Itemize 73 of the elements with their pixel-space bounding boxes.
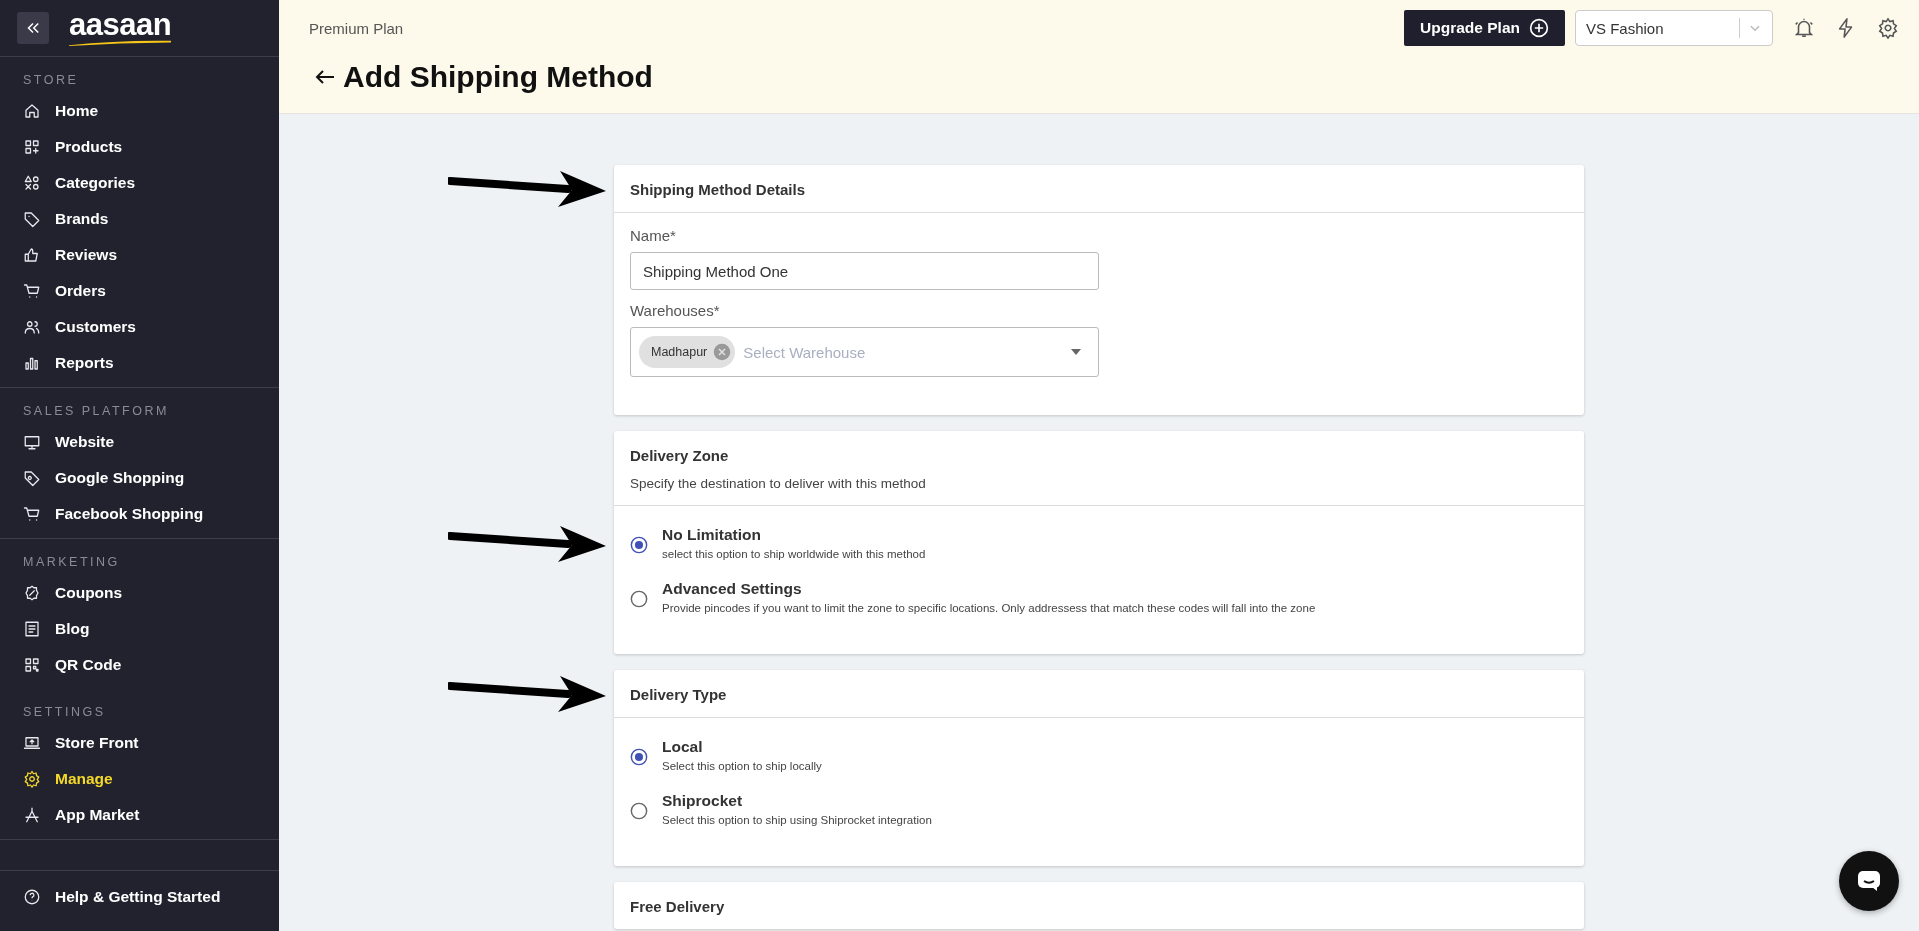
- laptop-icon: [23, 734, 41, 752]
- warehouse-chip: Madhapur: [639, 336, 736, 368]
- sidebar-item[interactable]: Home: [0, 93, 279, 129]
- sidebar-item[interactable]: Brands: [0, 201, 279, 237]
- warehouse-select[interactable]: Madhapur Select Warehouse: [630, 327, 1099, 377]
- option-label: Shiprocket: [662, 792, 744, 810]
- option-description: Select this option to ship using Shiprocket integration: [662, 814, 932, 826]
- sidebar-item[interactable]: Store Front: [0, 725, 279, 761]
- badge-icon: [23, 584, 41, 602]
- section-label: SETTINGS: [22, 705, 107, 721]
- sidebar-item[interactable]: Google Shopping: [0, 460, 279, 496]
- sidebar-item[interactable]: Facebook Shopping: [0, 496, 279, 532]
- compass-icon: [23, 806, 41, 824]
- option-label: Local: [662, 738, 704, 756]
- option-label: No Limitation: [662, 526, 763, 544]
- card-title: Delivery Type: [630, 686, 728, 703]
- gear-icon: [23, 770, 41, 788]
- caret-icon: [1070, 348, 1082, 356]
- radio-button[interactable]: [630, 590, 648, 608]
- radio-button[interactable]: [630, 802, 648, 820]
- logo[interactable]: aasaan: [69, 10, 172, 46]
- help-icon: [23, 888, 41, 906]
- sidebar-item[interactable]: Customers: [0, 309, 279, 345]
- option-label: Advanced Settings: [662, 580, 803, 598]
- placeholder-text: Select Warehouse: [743, 343, 867, 361]
- tag-icon: [23, 469, 41, 487]
- card-title: Shipping Method Details: [630, 181, 806, 198]
- document-icon: [23, 620, 41, 638]
- section-label: MARKETING: [22, 555, 121, 571]
- name-input[interactable]: Shipping Method One: [630, 252, 1099, 290]
- bell-icon[interactable]: [1793, 17, 1815, 39]
- house-icon: [23, 102, 41, 120]
- card-subtitle: Specify the destination to deliver with this method: [630, 476, 927, 491]
- plus-circle-icon: [1529, 18, 1549, 38]
- option-description: Select this option to ship locally: [662, 760, 822, 772]
- section-label: SALES PLATFORM: [22, 404, 170, 420]
- sidebar-item[interactable]: Manage: [0, 761, 279, 797]
- qr-code-icon: [23, 656, 41, 674]
- radio-button[interactable]: [630, 748, 648, 766]
- sidebar-item[interactable]: Reports: [0, 345, 279, 381]
- monitor-icon: [23, 433, 41, 451]
- option-description: select this option to ship worldwide with this method: [662, 548, 926, 560]
- sidebar-item[interactable]: App Market: [0, 797, 279, 833]
- collapse-button[interactable]: [17, 12, 49, 44]
- sidebar-item[interactable]: Coupons: [0, 575, 279, 611]
- sidebar-item[interactable]: Products: [0, 129, 279, 165]
- settings-icon[interactable]: [1877, 17, 1899, 39]
- field-label: Warehouses*: [630, 302, 721, 319]
- sidebar-item[interactable]: Reviews: [0, 237, 279, 273]
- option-description: Provide pincodes if you want to limit the zone to specific locations. Only addressess that match these codes will fall into the zone: [662, 602, 1316, 614]
- card-title: Delivery Zone: [630, 447, 730, 464]
- sidebar-item[interactable]: QR Code: [0, 647, 279, 683]
- chat-icon: [1857, 870, 1881, 892]
- store-select[interactable]: VS Fashion: [1575, 10, 1773, 46]
- grid-plus-icon: [23, 138, 41, 156]
- sidebar-item[interactable]: Categories: [0, 165, 279, 201]
- page-title: Add Shipping Method: [343, 60, 653, 94]
- tag-icon: [23, 210, 41, 228]
- radio-button[interactable]: [630, 536, 648, 554]
- people-icon: [23, 318, 41, 336]
- sidebar-item[interactable]: Website: [0, 424, 279, 460]
- field-label: Name*: [630, 227, 677, 244]
- upgrade-button[interactable]: Upgrade Plan: [1404, 10, 1565, 46]
- sidebar-item[interactable]: Orders: [0, 273, 279, 309]
- sidebar-item[interactable]: Blog: [0, 611, 279, 647]
- cart-icon: [23, 282, 41, 300]
- cart-icon: [23, 505, 41, 523]
- card-title: Free Delivery: [630, 898, 726, 915]
- plan-label: Premium Plan: [309, 19, 404, 37]
- section-label: STORE: [22, 73, 80, 89]
- thumbs-up-icon: [23, 246, 41, 264]
- help-link[interactable]: Help & Getting Started: [0, 871, 279, 923]
- shapes-icon: [23, 174, 41, 192]
